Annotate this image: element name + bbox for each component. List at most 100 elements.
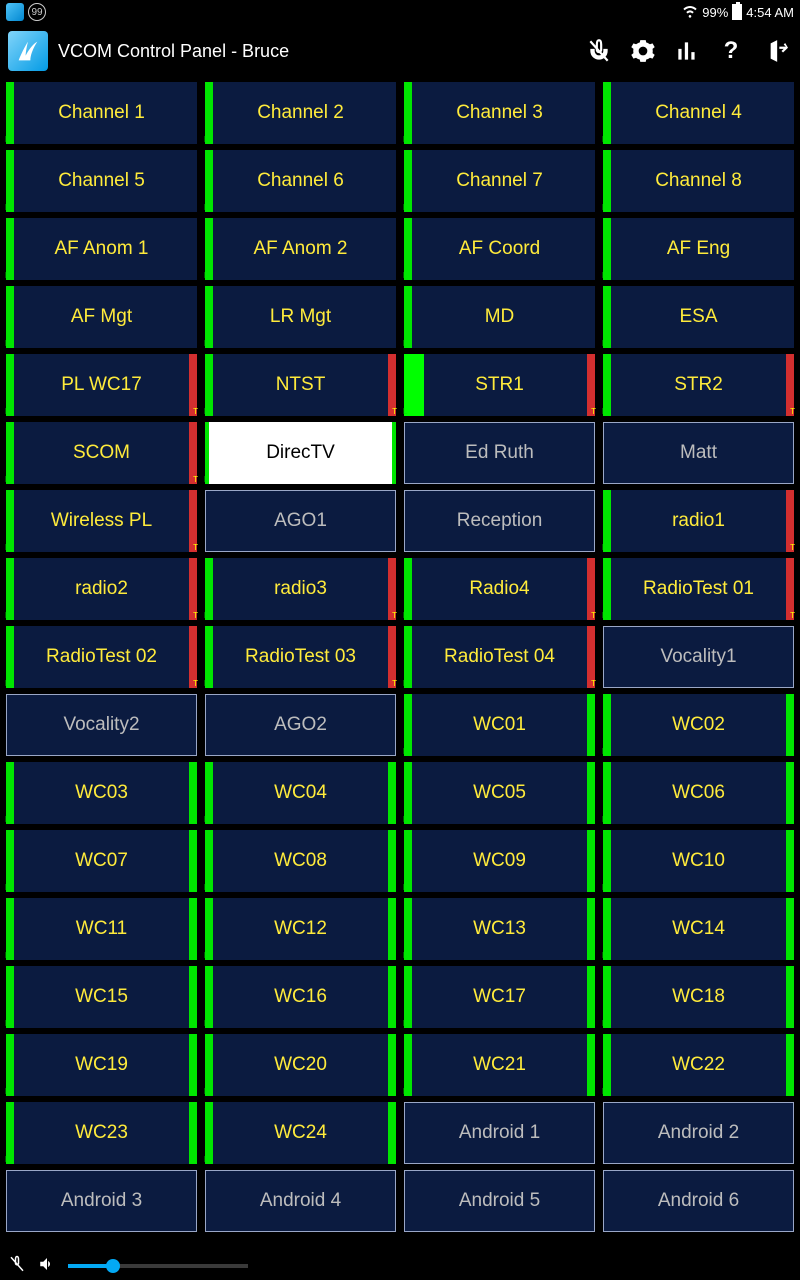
channel-button[interactable]: LAF Anom 2 (205, 218, 396, 280)
channel-button[interactable]: LTradio1 (603, 490, 794, 552)
channel-label: radio2 (75, 578, 128, 600)
mic-muted-icon[interactable] (8, 1255, 26, 1278)
channel-button[interactable]: LWC23 (6, 1102, 197, 1164)
speaker-icon[interactable] (38, 1255, 56, 1278)
channel-button[interactable]: LChannel 5 (6, 150, 197, 212)
channel-label: WC12 (274, 918, 327, 940)
channel-button[interactable]: Reception (404, 490, 595, 552)
channel-label: WC15 (75, 986, 128, 1008)
channel-button[interactable]: LWC20 (205, 1034, 396, 1096)
channel-button[interactable]: Android 2 (603, 1102, 794, 1164)
channel-button[interactable]: LLR Mgt (205, 286, 396, 348)
channel-button[interactable]: LWC16 (205, 966, 396, 1028)
notification-badge: 99 (28, 3, 46, 21)
channel-button[interactable]: LTRadioTest 04 (404, 626, 595, 688)
channel-label: Vocality2 (63, 714, 139, 736)
channel-button[interactable]: LTNTST (205, 354, 396, 416)
channel-grid: LChannel 1LChannel 2LChannel 3LChannel 4… (0, 78, 800, 1232)
channel-button[interactable]: LTSTR1 (404, 354, 595, 416)
channel-button[interactable]: LWC17 (404, 966, 595, 1028)
channel-label: Wireless PL (51, 510, 152, 532)
channel-button[interactable]: LWC05 (404, 762, 595, 824)
channel-label: RadioTest 03 (245, 646, 356, 668)
channel-button[interactable]: LTradio2 (6, 558, 197, 620)
channel-button[interactable]: LWC24 (205, 1102, 396, 1164)
channel-button[interactable]: LTradio3 (205, 558, 396, 620)
channel-button[interactable]: Android 6 (603, 1170, 794, 1232)
channel-button[interactable]: LWC08 (205, 830, 396, 892)
channel-button[interactable]: LAF Eng (603, 218, 794, 280)
help-icon[interactable]: ? (714, 34, 748, 68)
channel-button[interactable]: LTWireless PL (6, 490, 197, 552)
mute-icon[interactable] (582, 34, 616, 68)
channel-label: AF Coord (459, 238, 540, 260)
channel-button[interactable]: Android 1 (404, 1102, 595, 1164)
channel-button[interactable]: LChannel 1 (6, 82, 197, 144)
channel-button[interactable]: LESA (603, 286, 794, 348)
channel-button[interactable]: Vocality1 (603, 626, 794, 688)
channel-button[interactable]: LWC15 (6, 966, 197, 1028)
channel-button[interactable]: LDirecTV (205, 422, 396, 484)
channel-button[interactable]: LChannel 3 (404, 82, 595, 144)
channel-button[interactable]: Ed Ruth (404, 422, 595, 484)
channel-button[interactable]: LChannel 4 (603, 82, 794, 144)
channel-label: WC20 (274, 1054, 327, 1076)
channel-button[interactable]: LTRadioTest 02 (6, 626, 197, 688)
channel-button[interactable]: LTRadio4 (404, 558, 595, 620)
channel-button[interactable]: LWC14 (603, 898, 794, 960)
exit-icon[interactable] (758, 34, 792, 68)
channel-button[interactable]: LChannel 7 (404, 150, 595, 212)
channel-button[interactable]: LChannel 8 (603, 150, 794, 212)
app-mini-icon (6, 3, 24, 21)
channel-button[interactable]: LTSCOM (6, 422, 197, 484)
channel-button[interactable]: LWC22 (603, 1034, 794, 1096)
channel-button[interactable]: LWC19 (6, 1034, 197, 1096)
channel-button[interactable]: LAF Anom 1 (6, 218, 197, 280)
footer-bar (0, 1252, 800, 1280)
channel-button[interactable]: LWC11 (6, 898, 197, 960)
channel-button[interactable]: LAF Coord (404, 218, 595, 280)
channel-label: WC06 (672, 782, 725, 804)
channel-label: AGO1 (274, 510, 327, 532)
volume-slider[interactable] (68, 1264, 248, 1268)
gear-icon[interactable] (626, 34, 660, 68)
channel-button[interactable]: Vocality2 (6, 694, 197, 756)
channel-button[interactable]: LWC03 (6, 762, 197, 824)
channel-button[interactable]: LTRadioTest 03 (205, 626, 396, 688)
channel-button[interactable]: LWC18 (603, 966, 794, 1028)
channel-button[interactable]: LWC02 (603, 694, 794, 756)
channel-button[interactable]: LWC21 (404, 1034, 595, 1096)
channel-button[interactable]: Android 3 (6, 1170, 197, 1232)
channel-button[interactable]: LTSTR2 (603, 354, 794, 416)
channel-label: radio1 (672, 510, 725, 532)
stats-icon[interactable] (670, 34, 704, 68)
channel-button[interactable]: LTRadioTest 01 (603, 558, 794, 620)
channel-label: STR2 (674, 374, 723, 396)
channel-label: RadioTest 02 (46, 646, 157, 668)
channel-button[interactable]: Android 5 (404, 1170, 595, 1232)
channel-button[interactable]: LWC07 (6, 830, 197, 892)
channel-button[interactable]: Android 4 (205, 1170, 396, 1232)
channel-button[interactable]: AGO1 (205, 490, 396, 552)
channel-label: Channel 2 (257, 102, 344, 124)
channel-label: WC05 (473, 782, 526, 804)
channel-button[interactable]: AGO2 (205, 694, 396, 756)
channel-label: STR1 (475, 374, 524, 396)
channel-button[interactable]: Matt (603, 422, 794, 484)
battery-percentage: 99% (702, 5, 728, 20)
channel-button[interactable]: LChannel 2 (205, 82, 396, 144)
channel-button[interactable]: LWC06 (603, 762, 794, 824)
channel-button[interactable]: LWC01 (404, 694, 595, 756)
channel-button[interactable]: LChannel 6 (205, 150, 396, 212)
channel-button[interactable]: LTPL WC17 (6, 354, 197, 416)
channel-button[interactable]: LWC12 (205, 898, 396, 960)
channel-button[interactable]: LWC10 (603, 830, 794, 892)
app-header: VCOM Control Panel - Bruce ? (0, 24, 800, 78)
channel-button[interactable]: LWC13 (404, 898, 595, 960)
channel-button[interactable]: LAF Mgt (6, 286, 197, 348)
channel-label: DirecTV (266, 442, 335, 464)
channel-button[interactable]: LWC04 (205, 762, 396, 824)
channel-button[interactable]: LMD (404, 286, 595, 348)
channel-label: Matt (680, 442, 717, 464)
channel-button[interactable]: LWC09 (404, 830, 595, 892)
